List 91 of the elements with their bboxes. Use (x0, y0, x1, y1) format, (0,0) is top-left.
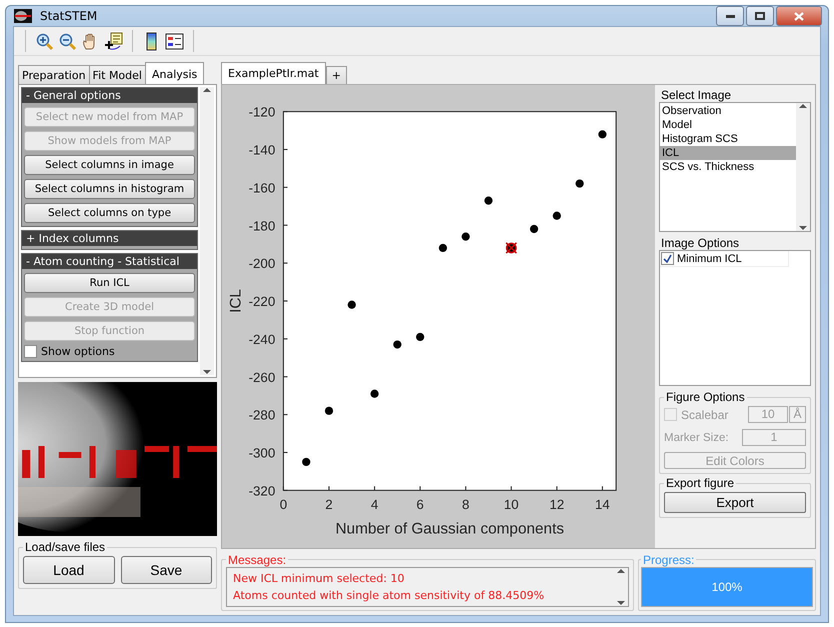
checkbox[interactable] (24, 345, 37, 358)
data-point (393, 340, 402, 349)
maximize-button[interactable] (746, 6, 774, 26)
tick-label: -240 (248, 332, 276, 347)
data-point (324, 406, 334, 415)
maximize-icon (755, 12, 765, 20)
data-point (438, 244, 448, 252)
panel-button[interactable]: Run ICL (24, 273, 195, 293)
data-point (416, 332, 424, 342)
scrollbar[interactable] (200, 87, 214, 375)
panel-button[interactable]: Select columns on type (24, 203, 195, 223)
tab[interactable]: Analysis (144, 62, 204, 84)
scrollbar[interactable] (614, 568, 628, 606)
field-label: Marker Size: (664, 432, 730, 444)
data-cursor-icon[interactable] (104, 32, 123, 50)
close-button[interactable] (776, 6, 822, 26)
scroll-up-icon[interactable] (799, 103, 807, 109)
app-icon (14, 9, 32, 23)
checkbox-label: Show options (41, 345, 115, 358)
tick-label: -180 (248, 218, 276, 234)
file-tab[interactable]: ExamplePtIr.mat (221, 62, 326, 84)
group-title: Messages: (227, 552, 288, 567)
tick-label: -140 (248, 142, 276, 158)
minimize-button[interactable] (716, 6, 744, 26)
scroll-down-icon[interactable] (799, 225, 807, 231)
list-item[interactable]: Observation (660, 104, 796, 118)
data-point (576, 179, 584, 188)
list-item[interactable]: ICL (660, 146, 796, 160)
message-line: New ICL minimum selected: 10 (233, 570, 406, 587)
list-item[interactable]: SCS vs. Thickness (660, 160, 796, 174)
minimize-icon (726, 14, 734, 18)
data-point (302, 458, 310, 466)
data-point (370, 390, 379, 398)
legend-icon[interactable] (165, 32, 184, 50)
progress-text: 100% (710, 578, 744, 596)
list-item[interactable]: Histogram SCS (660, 132, 796, 146)
tick-label: 0 (280, 496, 288, 512)
panel-button[interactable]: Select columns in histogram (24, 179, 195, 199)
tick-label: -260 (248, 370, 276, 385)
export-button[interactable]: Export (664, 492, 806, 513)
group-title: Image Options (660, 236, 740, 250)
panel-button[interactable]: Select columns in image (24, 155, 195, 175)
tick-label: -300 (248, 446, 276, 461)
scroll-down-icon[interactable] (203, 369, 211, 375)
scrollbar[interactable] (796, 103, 810, 231)
message-line: Atoms counted with single atom sensitivity of 88.4509% (233, 588, 546, 604)
group-title: Progress: (642, 552, 696, 567)
scroll-up-icon[interactable] (617, 568, 625, 574)
tick-label: 10 (504, 496, 519, 512)
group-title: Select Image (660, 88, 732, 102)
tick-label: -160 (248, 180, 276, 196)
data-point (552, 212, 561, 220)
file-button[interactable]: Save (120, 556, 212, 584)
scroll-up-icon[interactable] (203, 87, 211, 93)
tab[interactable]: Fit Model (88, 65, 146, 84)
tick-label: -220 (248, 294, 276, 310)
scroll-down-icon[interactable] (617, 600, 625, 606)
window-title: StatSTEM (40, 9, 98, 23)
data-point (348, 300, 356, 309)
tab[interactable]: Preparation (18, 65, 90, 84)
data-point (462, 232, 470, 241)
data-point (598, 130, 607, 138)
tick-label: -320 (248, 483, 276, 498)
close-icon (794, 12, 804, 20)
list-item[interactable]: Model (660, 118, 796, 132)
tick-label: 2 (325, 496, 333, 512)
tick-label: 8 (462, 496, 470, 512)
tick-label: 12 (549, 496, 564, 512)
zoom-in-icon[interactable] (35, 32, 54, 50)
tick-label: -280 (248, 408, 276, 423)
tick-label: 14 (595, 496, 610, 512)
tick-label: -120 (248, 104, 276, 120)
file-tab[interactable]: + (326, 66, 347, 84)
data-point (484, 196, 493, 205)
panel-header[interactable]: - Atom counting - Statistical (22, 254, 197, 269)
file-button[interactable]: Load (23, 556, 114, 584)
y-axis-label: ICL (227, 289, 244, 313)
tick-label: 6 (416, 496, 424, 512)
panel-header[interactable]: + Index columns (22, 231, 197, 246)
data-point (530, 224, 538, 234)
group-title: Figure Options (665, 390, 746, 404)
x-axis-label: Number of Gaussian components (335, 520, 564, 538)
zoom-out-icon[interactable] (58, 32, 77, 50)
checkbox[interactable] (661, 252, 674, 265)
group-title: Load/save files (24, 540, 106, 554)
checkbox-label: Minimum ICL (677, 252, 742, 264)
group-title: Export figure (665, 476, 736, 490)
tick-label: -200 (248, 256, 276, 272)
panel-header[interactable]: - General options (22, 88, 197, 103)
checkbox-label: Scalebar (681, 408, 730, 422)
tick-label: 4 (370, 496, 378, 512)
